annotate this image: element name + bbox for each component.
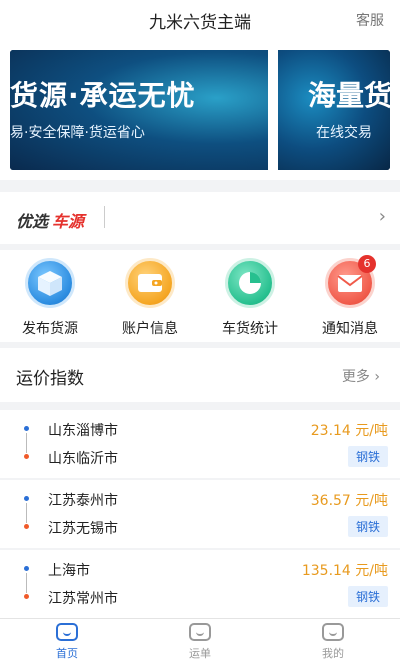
banner-slide-2[interactable]: 海量货 在线交易 [278, 50, 390, 170]
tab-home[interactable]: 首页 [32, 623, 102, 661]
preferred-vehicles-entry[interactable]: 优选 车源 › [0, 192, 400, 244]
route-line [26, 573, 27, 593]
notification-badge: 6 [358, 255, 376, 273]
home-icon [56, 623, 78, 641]
more-link[interactable]: 更多 › [342, 366, 380, 386]
customer-service-button[interactable]: 客服 [356, 10, 384, 30]
banner-slide-2-subline: 在线交易 [316, 125, 372, 141]
route-origin: 上海市 [48, 563, 90, 579]
route-line [26, 503, 27, 523]
app-header: 九米六货主端 客服 [0, 0, 400, 40]
route-line [26, 433, 27, 453]
banner-divider [268, 50, 278, 170]
route-price: 135.14 元/吨 [301, 563, 388, 579]
quick-action-label: 车货统计 [222, 321, 278, 337]
preferred-divider [104, 206, 105, 228]
more-label: 更多 [341, 369, 370, 385]
origin-dot-icon [24, 426, 29, 431]
origin-dot-icon [24, 566, 29, 571]
route-price: 36.57 元/吨 [310, 493, 388, 509]
banner-slide-1-subline: 易·安全保障·货运省心 [10, 125, 145, 141]
mail-icon: 6 [325, 255, 376, 308]
destination-dot-icon [24, 454, 29, 459]
tab-mine[interactable]: 我的 [298, 623, 368, 661]
page-title: 九米六货主端 [149, 13, 251, 33]
chevron-right-icon: › [378, 206, 386, 227]
wallet-icon [125, 258, 175, 308]
rate-row[interactable]: 上海市 江苏常州市 135.14 元/吨 钢铁 [0, 550, 400, 618]
route-destination: 山东临沂市 [48, 451, 118, 467]
freight-index-header: 运价指数 更多 › [0, 348, 400, 402]
quick-action-statistics[interactable]: 车货统计 [210, 258, 290, 338]
banner-slide-1[interactable]: 货源·承运无忧 易·安全保障·货运省心 [10, 50, 268, 170]
quick-actions: 发布货源 账户信息 车货统计 6 通知消息 [0, 250, 400, 342]
quick-action-label: 发布货源 [22, 321, 78, 337]
route-origin: 江苏泰州市 [48, 493, 118, 509]
tab-label: 首页 [56, 647, 78, 660]
route-price: 23.14 元/吨 [310, 423, 388, 439]
origin-dot-icon [24, 496, 29, 501]
quick-action-account-info[interactable]: 账户信息 [110, 258, 190, 338]
rate-row[interactable]: 山东淄博市 山东临沂市 23.14 元/吨 钢铁 [0, 410, 400, 478]
quick-action-notifications[interactable]: 6 通知消息 [310, 255, 390, 338]
tab-label: 运单 [189, 647, 211, 660]
quick-action-publish-cargo[interactable]: 发布货源 [10, 258, 90, 338]
banner-slide-2-headline: 海量货 [308, 79, 390, 112]
preferred-logo-part1: 优选 [16, 212, 49, 231]
quick-action-label: 账户信息 [122, 321, 178, 337]
waybill-icon [189, 623, 211, 641]
banner-slide-1-headline: 货源·承运无忧 [10, 79, 196, 112]
profile-icon [322, 623, 344, 641]
chevron-right-icon: › [374, 369, 380, 385]
rate-row[interactable]: 江苏泰州市 江苏无锡市 36.57 元/吨 钢铁 [0, 480, 400, 548]
destination-dot-icon [24, 594, 29, 599]
bottom-tab-bar: 首页 运单 我的 [0, 618, 400, 666]
route-origin: 山东淄博市 [48, 423, 118, 439]
route-destination: 江苏无锡市 [48, 521, 118, 537]
promo-banner[interactable]: 货源·承运无忧 易·安全保障·货运省心 海量货 在线交易 [10, 50, 390, 170]
cargo-type-tag: 钢铁 [347, 516, 388, 537]
banner-section: 货源·承运无忧 易·安全保障·货运省心 海量货 在线交易 [0, 40, 400, 180]
cargo-type-tag: 钢铁 [347, 586, 388, 607]
cargo-type-tag: 钢铁 [347, 446, 388, 467]
pie-chart-icon [225, 258, 275, 308]
route-destination: 江苏常州市 [48, 591, 118, 607]
quick-action-label: 通知消息 [322, 321, 378, 337]
preferred-logo-part2: 车源 [52, 212, 85, 231]
tab-label: 我的 [322, 647, 344, 660]
freight-index-title: 运价指数 [16, 369, 84, 389]
box-icon [25, 258, 75, 308]
destination-dot-icon [24, 524, 29, 529]
tab-waybill[interactable]: 运单 [165, 623, 235, 661]
